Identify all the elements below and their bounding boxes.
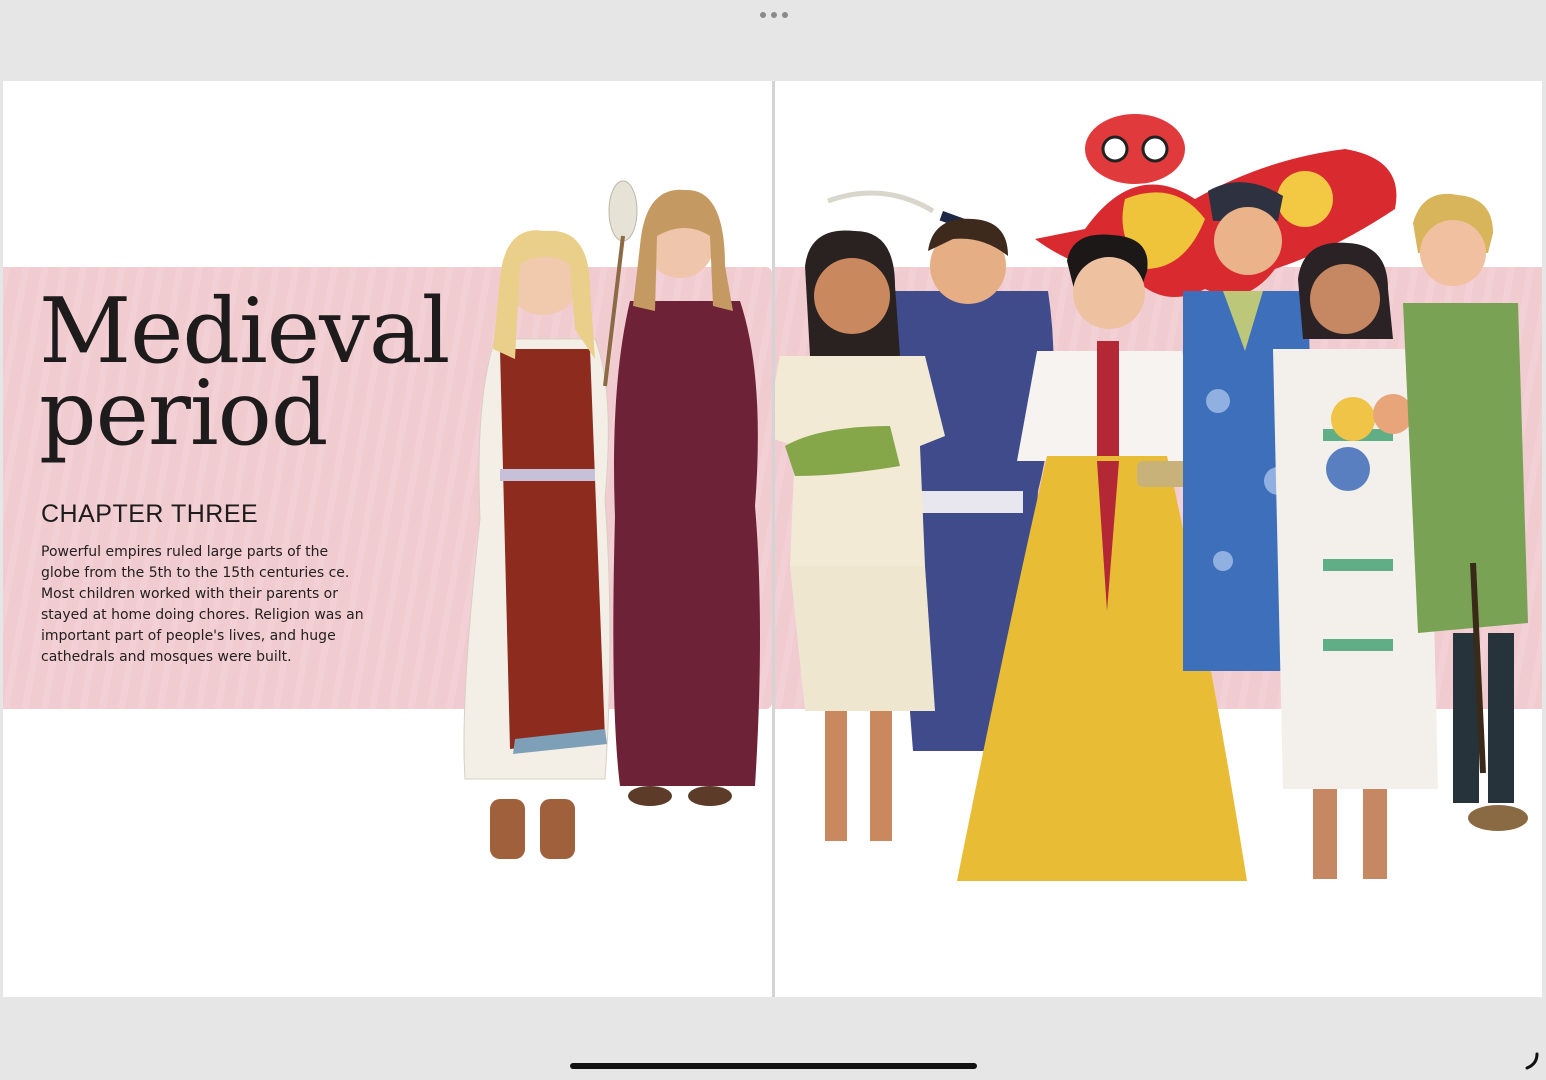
illustration-girl-holding-corn <box>775 226 960 876</box>
chapter-label: CHAPTER THREE <box>41 500 259 528</box>
chapter-intro-text: Powerful empires ruled large parts of th… <box>41 544 364 665</box>
right-page <box>775 81 1542 997</box>
home-indicator[interactable] <box>570 1063 977 1069</box>
reader-screen: Medieval period CHAPTER THREE Powerful e… <box>0 0 1546 1080</box>
left-page: Medieval period CHAPTER THREE Powerful e… <box>3 81 772 997</box>
title-line-2: period <box>39 361 328 466</box>
illustration-girl-maroon-dress <box>595 180 770 816</box>
illustration-boy-green-tunic <box>1383 193 1538 843</box>
book-spread: Medieval period CHAPTER THREE Powerful e… <box>3 81 1542 997</box>
edit-corner-icon[interactable] <box>1519 1050 1541 1072</box>
multitasking-dots-icon[interactable] <box>760 11 788 19</box>
chapter-title: Medieval period <box>39 287 450 466</box>
